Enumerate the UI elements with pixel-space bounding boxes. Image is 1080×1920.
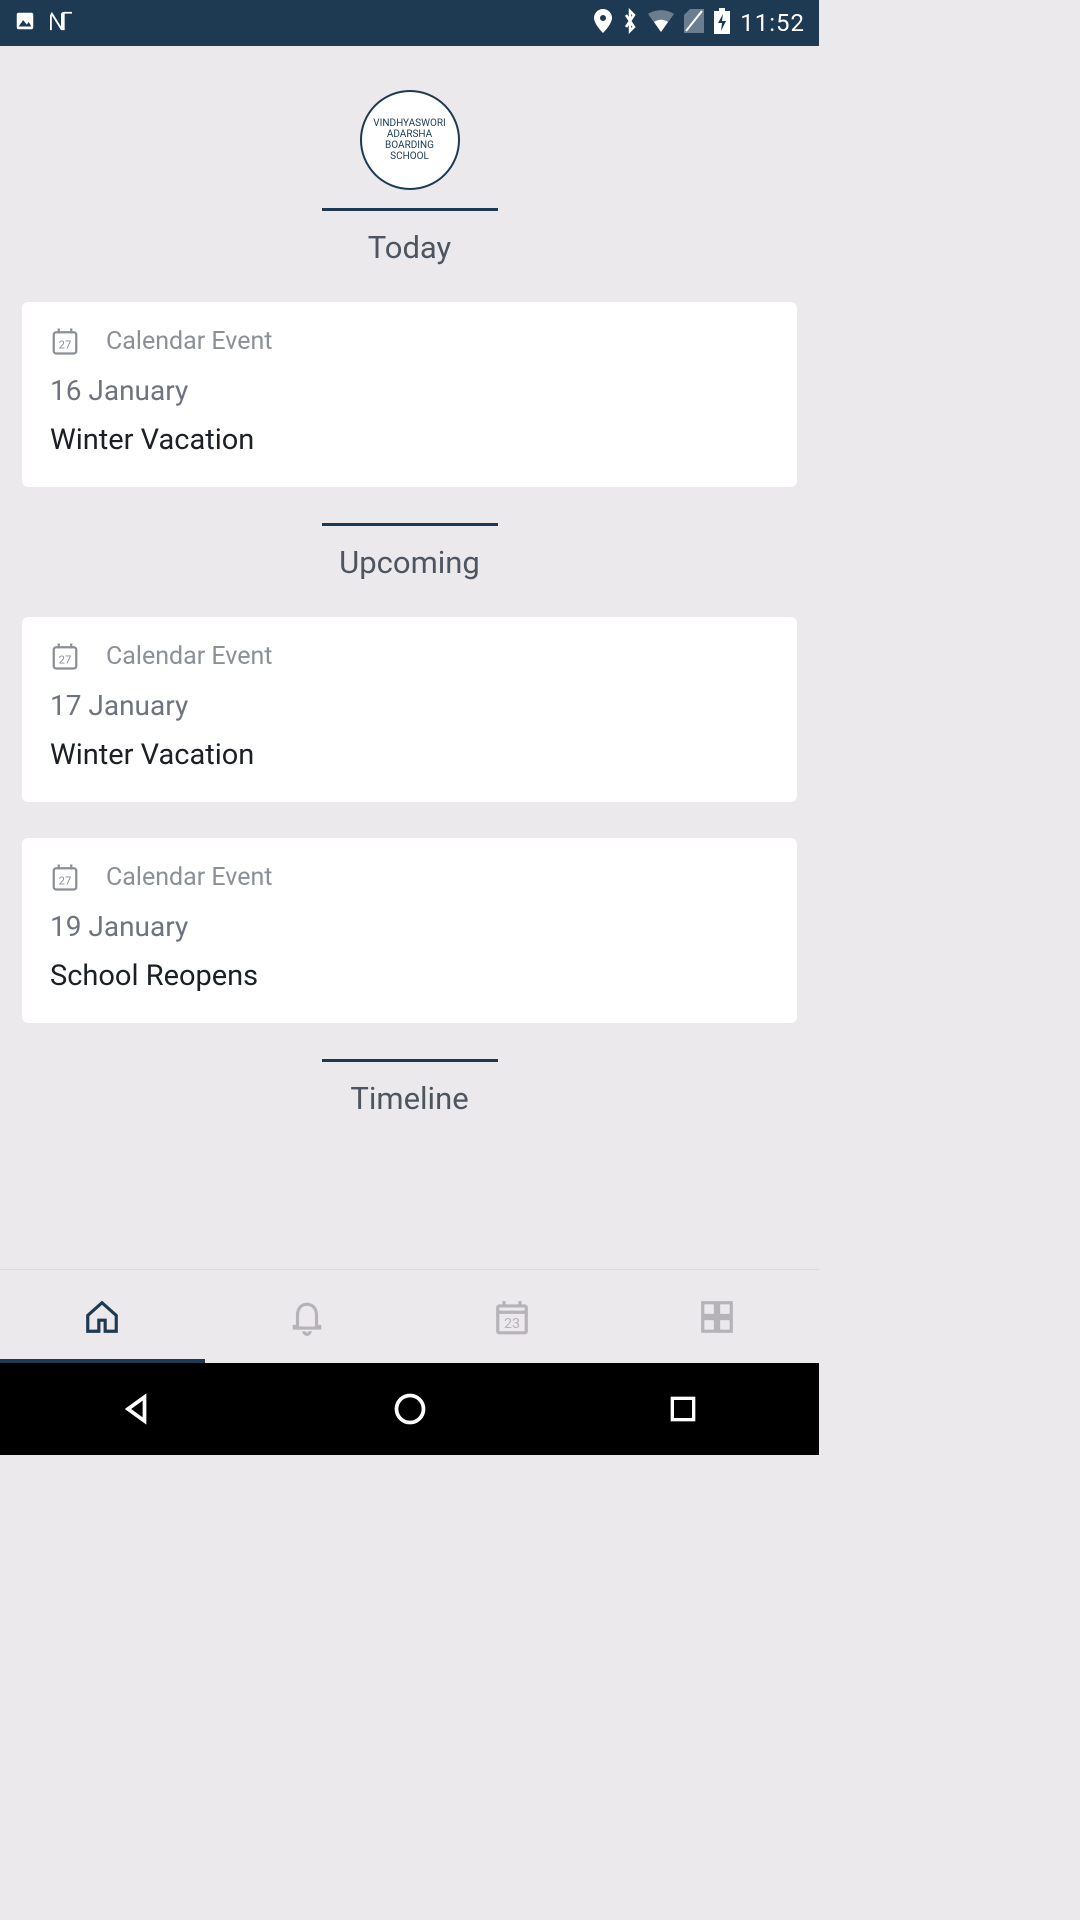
event-type-label: Calendar Event <box>106 642 272 671</box>
event-card-today[interactable]: 27 Calendar Event 16 January Winter Vaca… <box>22 302 797 487</box>
status-left <box>14 10 74 36</box>
status-time: 11:52 <box>740 9 805 37</box>
event-type-label: Calendar Event <box>106 863 272 892</box>
calendar-event-icon: 27 <box>50 641 80 671</box>
section-divider <box>322 208 498 211</box>
sys-back-button[interactable] <box>107 1379 167 1439</box>
svg-text:27: 27 <box>59 654 72 667</box>
svg-text:27: 27 <box>59 875 72 888</box>
bottom-nav: 23 <box>0 1269 819 1363</box>
battery-charging-icon <box>714 8 730 38</box>
section-title-today: Today <box>368 229 451 266</box>
section-header-timeline: Timeline <box>22 1059 797 1117</box>
section-divider <box>322 1059 498 1062</box>
bluetooth-icon <box>622 8 638 38</box>
location-icon <box>594 9 612 37</box>
nav-notifications[interactable] <box>205 1270 410 1363</box>
sim-icon <box>684 9 704 37</box>
section-header-today: Today <box>22 208 797 266</box>
calendar-event-icon: 27 <box>50 862 80 892</box>
card-header: 27 Calendar Event <box>50 641 769 671</box>
sys-recent-button[interactable] <box>653 1379 713 1439</box>
section-title-upcoming: Upcoming <box>339 544 480 581</box>
status-bar: 11:52 <box>0 0 819 46</box>
grid-icon <box>698 1298 736 1336</box>
card-header: 27 Calendar Event <box>50 326 769 356</box>
event-type-label: Calendar Event <box>106 327 272 356</box>
circle-home-icon <box>392 1391 428 1427</box>
card-header: 27 Calendar Event <box>50 862 769 892</box>
event-title: School Reopens <box>50 959 769 993</box>
event-date: 19 January <box>50 910 769 943</box>
event-card-upcoming-1[interactable]: 27 Calendar Event 17 January Winter Vaca… <box>22 617 797 802</box>
svg-text:27: 27 <box>59 339 72 352</box>
system-nav <box>0 1363 819 1455</box>
event-date: 16 January <box>50 374 769 407</box>
content-area: VINDHYASWORI ADARSHA BOARDING SCHOOL Tod… <box>0 46 819 1269</box>
nav-home[interactable] <box>0 1270 205 1363</box>
square-recent-icon <box>667 1393 699 1425</box>
nav-calendar[interactable]: 23 <box>410 1270 615 1363</box>
school-logo: VINDHYASWORI ADARSHA BOARDING SCHOOL <box>360 90 460 190</box>
n-icon <box>48 10 74 36</box>
nav-apps[interactable] <box>614 1270 819 1363</box>
triangle-back-icon <box>119 1391 155 1427</box>
gallery-icon <box>14 10 36 36</box>
bell-icon <box>288 1298 326 1336</box>
section-divider <box>322 523 498 526</box>
logo-wrap: VINDHYASWORI ADARSHA BOARDING SCHOOL <box>22 90 797 190</box>
event-card-upcoming-2[interactable]: 27 Calendar Event 19 January School Reop… <box>22 838 797 1023</box>
section-title-timeline: Timeline <box>350 1080 468 1117</box>
section-header-upcoming: Upcoming <box>22 523 797 581</box>
calendar-event-icon: 27 <box>50 326 80 356</box>
sys-home-button[interactable] <box>380 1379 440 1439</box>
status-right: 11:52 <box>594 8 805 38</box>
calendar-icon: 23 <box>493 1298 531 1336</box>
event-title: Winter Vacation <box>50 738 769 772</box>
event-title: Winter Vacation <box>50 423 769 457</box>
home-icon <box>83 1298 121 1336</box>
event-date: 17 January <box>50 689 769 722</box>
wifi-icon <box>648 10 674 36</box>
svg-text:23: 23 <box>504 1316 520 1332</box>
